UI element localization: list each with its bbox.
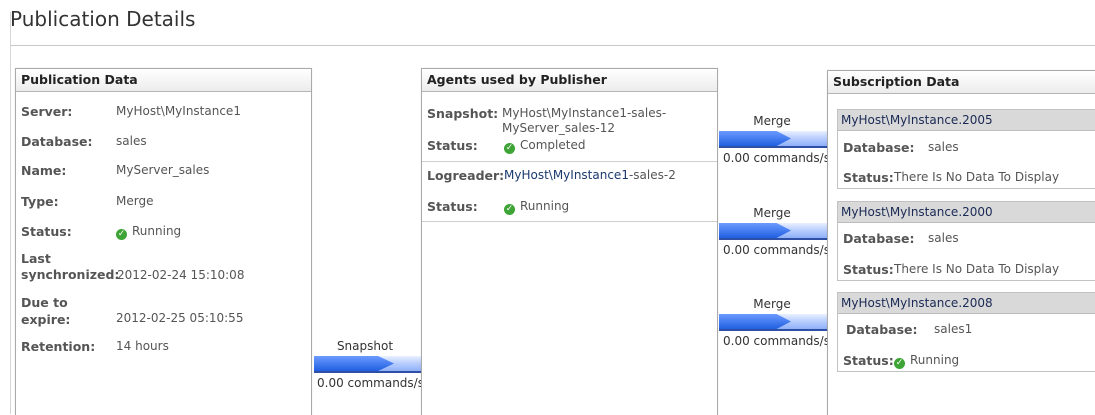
- snapshot-agent-label: Snapshot:: [427, 106, 499, 121]
- snapshot-agent-line1: MyHost\MyInstance1-sales-: [502, 106, 667, 120]
- subscription-title[interactable]: MyHost\MyInstance.2000: [838, 202, 1095, 223]
- name-value: MyServer_sales: [116, 163, 210, 177]
- merge-flow-label-2: Merge: [753, 206, 791, 220]
- last-sync-value: 2012-02-24 15:10:08: [117, 268, 245, 282]
- retention-value: 14 hours: [116, 339, 169, 353]
- logreader-label: Logreader:: [427, 168, 505, 183]
- publication-data-panel: Publication Data Server: MyHost\MyInstan…: [15, 68, 312, 415]
- type-label: Type:: [21, 194, 59, 209]
- merge-flow-rule-2: [719, 238, 829, 240]
- sub-database-value: sales1: [934, 322, 973, 336]
- agents-divider-2: [422, 221, 717, 222]
- logreader-value: MyHost\MyInstance1-sales-2: [504, 168, 676, 182]
- subscription-card-2008[interactable]: MyHost\MyInstance.2008 Database: sales1 …: [837, 292, 1095, 372]
- panel-header: Agents used by Publisher: [422, 69, 717, 92]
- page-title: Publication Details: [10, 7, 196, 31]
- sub-database-value: sales: [928, 231, 959, 245]
- snapshot-flow-label: Snapshot: [336, 339, 394, 353]
- logreader-link[interactable]: MyHost\MyInstance1: [504, 168, 629, 182]
- sub-status-label: Status:: [843, 262, 894, 277]
- snapshot-status-value: ✓ Completed: [504, 138, 585, 154]
- agents-panel: Agents used by Publisher Snapshot: MyHos…: [421, 68, 718, 415]
- merge-flow-arrow-icon-2: [719, 223, 791, 238]
- database-value: sales: [116, 134, 147, 148]
- check-icon: ✓: [504, 204, 515, 215]
- merge-flow-rate-1: 0.00 commands/s: [723, 151, 830, 165]
- logreader-rest: -sales-2: [628, 168, 676, 182]
- logreader-status-value: ✓ Running: [504, 199, 569, 215]
- sub-database-value: sales: [928, 140, 959, 154]
- logreader-status-label: Status:: [427, 199, 478, 214]
- type-value: Merge: [116, 194, 154, 208]
- panel-header: Subscription Data: [828, 71, 1095, 94]
- sub-database-label: Database:: [843, 231, 915, 246]
- sub-status-value: There Is No Data To Display: [894, 170, 1060, 184]
- due-value: 2012-02-25 05:10:55: [116, 311, 244, 325]
- merge-flow-arrow-icon-1: [719, 131, 791, 146]
- snapshot-flow-rate: 0.00 commands/s: [317, 376, 424, 390]
- merge-flow-label-3: Merge: [753, 297, 791, 311]
- server-label: Server:: [21, 104, 73, 119]
- subscription-title[interactable]: MyHost\MyInstance.2005: [838, 110, 1095, 131]
- server-value: MyHost\MyInstance1: [116, 104, 241, 118]
- agents-divider: [422, 161, 717, 162]
- merge-flow-rule-1: [719, 146, 829, 148]
- last-sync-label-1: Last: [21, 251, 51, 266]
- panel-header: Publication Data: [16, 69, 311, 92]
- check-icon: ✓: [504, 143, 515, 154]
- database-label: Database:: [21, 134, 93, 149]
- snapshot-agent-line2: MyServer_sales-12: [502, 121, 615, 135]
- sub-status-value: ✓ Running: [894, 353, 959, 369]
- sub-status-label: Status:: [843, 353, 894, 368]
- retention-label: Retention:: [21, 339, 96, 354]
- left-border: [10, 12, 11, 414]
- status-label: Status:: [21, 224, 72, 239]
- snapshot-flow-rule: [314, 371, 421, 373]
- logreader-status-text: Running: [520, 199, 570, 213]
- subscription-title[interactable]: MyHost\MyInstance.2008: [838, 293, 1095, 314]
- name-label: Name:: [21, 163, 67, 178]
- subscription-card-2005[interactable]: MyHost\MyInstance.2005 Database: sales S…: [837, 109, 1095, 189]
- due-label-1: Due to: [21, 295, 68, 310]
- snapshot-status-text: Completed: [520, 138, 586, 152]
- status-text: Running: [132, 224, 182, 238]
- merge-flow-label-1: Merge: [753, 114, 791, 128]
- merge-flow-rate-2: 0.00 commands/s: [723, 243, 830, 257]
- sub-status-label: Status:: [843, 170, 894, 185]
- subscription-card-2000[interactable]: MyHost\MyInstance.2000 Database: sales S…: [837, 201, 1095, 281]
- merge-flow-rate-3: 0.00 commands/s: [723, 334, 830, 348]
- status-value: ✓ Running: [116, 224, 181, 240]
- snapshot-status-label: Status:: [427, 138, 478, 153]
- sub-status-text: Running: [910, 353, 960, 367]
- check-icon: ✓: [116, 229, 127, 240]
- last-sync-label-2: synchronized:: [21, 267, 120, 282]
- sub-database-label: Database:: [843, 140, 915, 155]
- sub-database-label: Database:: [846, 322, 918, 337]
- title-divider: [10, 45, 1095, 46]
- snapshot-flow-arrow-icon: [314, 356, 394, 371]
- merge-flow-rule-3: [719, 329, 829, 331]
- merge-flow-arrow-icon-3: [719, 314, 791, 329]
- due-label-2: expire:: [21, 312, 71, 327]
- check-icon: ✓: [894, 358, 905, 369]
- sub-status-value: There Is No Data To Display: [894, 262, 1060, 276]
